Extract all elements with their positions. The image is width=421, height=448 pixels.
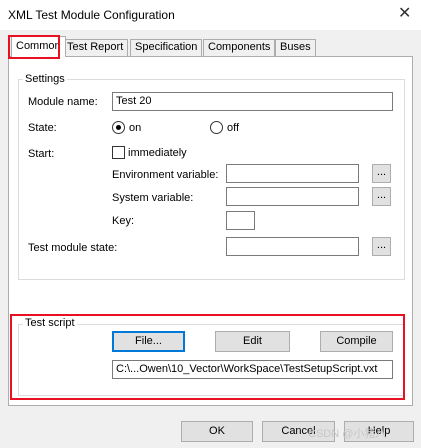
key-label: Key:: [112, 215, 135, 227]
tab-buses[interactable]: Buses: [275, 39, 316, 56]
tab-common-highlight: [8, 35, 60, 59]
module-name-label: Module name:: [28, 96, 98, 108]
immediately-checkbox[interactable]: [112, 146, 125, 159]
tab-components[interactable]: Components: [203, 39, 276, 56]
tab-specification[interactable]: Specification: [130, 39, 203, 56]
close-icon[interactable]: ✕: [398, 6, 411, 22]
sys-var-browse-button[interactable]: ...: [372, 187, 391, 206]
module-name-input[interactable]: Test 20: [112, 92, 393, 111]
env-var-input[interactable]: [226, 164, 359, 183]
settings-group-title: Settings: [23, 73, 67, 85]
test-module-state-browse-button[interactable]: ...: [372, 237, 391, 256]
env-var-label: Environment variable:: [112, 169, 219, 181]
state-on-label: on: [129, 122, 142, 134]
env-var-browse-button[interactable]: ...: [372, 164, 391, 183]
test-module-state-label: Test module state:: [28, 242, 118, 254]
state-off-label: off: [227, 122, 240, 134]
window-title: XML Test Module Configuration: [8, 8, 175, 22]
sys-var-label: System variable:: [112, 192, 194, 204]
ok-button[interactable]: OK: [181, 421, 253, 442]
state-on-radio[interactable]: [112, 121, 125, 134]
state-off-radio[interactable]: [210, 121, 223, 134]
immediately-label: immediately: [128, 147, 187, 159]
test-script-highlight: [10, 314, 405, 400]
start-label: Start:: [28, 148, 55, 160]
watermark: CSDN @小猪八: [308, 428, 387, 440]
state-label: State:: [28, 122, 57, 134]
sys-var-input[interactable]: [226, 187, 359, 206]
tab-test-report[interactable]: Test Report: [62, 39, 129, 56]
key-input[interactable]: [226, 211, 255, 230]
test-module-state-input[interactable]: [226, 237, 359, 256]
